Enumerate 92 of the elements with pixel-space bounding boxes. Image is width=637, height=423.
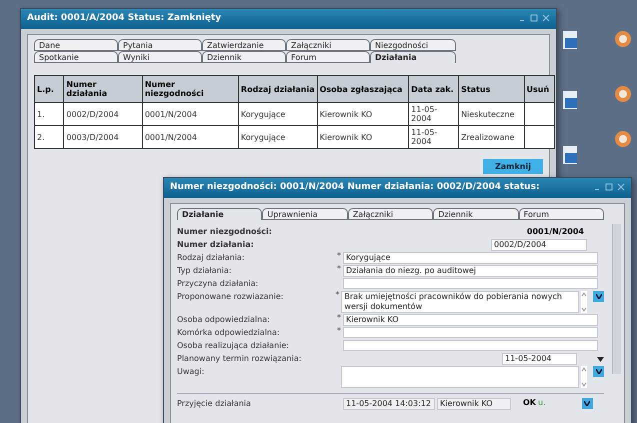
field-label: Uwagi:: [177, 366, 206, 377]
column-header: Rodzaj działania: [238, 76, 318, 102]
chevron-down-icon: [596, 369, 602, 374]
tab[interactable]: Wyniki: [118, 51, 202, 63]
gauge-icon[interactable]: [614, 85, 632, 103]
table-cell: Korygujące: [238, 126, 318, 148]
tab[interactable]: Zatwierdzanie: [202, 39, 286, 51]
scroll-arrows-icon[interactable]: [581, 366, 588, 388]
tab[interactable]: Dziennik: [202, 51, 286, 63]
table-cell: 0003/D/2004: [64, 126, 142, 148]
document-icon[interactable]: [562, 145, 578, 165]
date-field[interactable]: 11-05-2004: [502, 353, 577, 365]
tab[interactable]: Działania: [370, 51, 456, 63]
field-label: Numer działania:: [177, 239, 255, 250]
tab[interactable]: Działanie: [177, 208, 262, 220]
gauge-icon[interactable]: [614, 130, 632, 148]
tab[interactable]: Załączniki: [286, 39, 370, 51]
field-label: Przyczyna działania:: [177, 278, 260, 289]
close-icon[interactable]: [542, 14, 550, 22]
field-label: Przyjęcie działania: [177, 398, 252, 409]
input-field[interactable]: 0002/D/2004: [491, 239, 587, 251]
input-field[interactable]: Korygujące: [343, 252, 598, 264]
close-icon[interactable]: [617, 183, 625, 191]
scroll-arrows-icon[interactable]: [581, 291, 588, 313]
input-field[interactable]: Kierownik KO: [343, 314, 598, 326]
tab[interactable]: Uprawnienia: [262, 208, 348, 220]
status-mark: u.: [538, 398, 546, 407]
column-header: Osoba zgłaszająca: [317, 76, 409, 102]
column-header: Data zak.: [408, 76, 459, 102]
required-mark: *: [337, 265, 342, 273]
expand-button[interactable]: [582, 398, 593, 409]
required-mark: *: [337, 327, 342, 335]
chevron-down-icon: [596, 294, 602, 299]
table-cell: 0002/D/2004: [64, 102, 142, 126]
field-label: Osoba realizująca działanie:: [177, 340, 290, 351]
window-title: Audit: 0001/A/2004 Status: Zamknięty: [27, 12, 222, 24]
column-header: Usuń: [524, 76, 554, 102]
document-icon[interactable]: [562, 90, 578, 110]
column-header: L.p.: [34, 76, 64, 102]
field-label: Rodzaj działania:: [177, 252, 246, 263]
field-label: Osoba odpowiedzialna:: [177, 314, 271, 325]
field-label: Komórka odpowiedzialna:: [177, 327, 281, 338]
date-field: 11-05-2004 14:03:12: [343, 398, 435, 410]
expand-button[interactable]: [593, 366, 604, 377]
status-text: OK: [523, 398, 536, 407]
required-mark: *: [335, 291, 340, 299]
chevron-down-icon: [584, 401, 590, 406]
table-cell: Kierownik KO: [317, 126, 409, 148]
table-cell: Kierownik KO: [317, 102, 409, 126]
dropdown-icon[interactable]: [597, 357, 604, 362]
column-header: Status: [458, 76, 524, 102]
input-field[interactable]: [343, 278, 598, 289]
table-cell: 0001/N/2004: [142, 126, 238, 148]
column-header: Numer działania: [64, 76, 142, 102]
required-mark: *: [337, 314, 342, 322]
window-title: Numer niezgodności: 0001/N/2004 Numer działania: 0002/D/2004 status:: [170, 181, 541, 193]
table-cell: 11-05-2004: [408, 102, 459, 126]
tab[interactable]: Dziennik: [433, 208, 519, 220]
text-area[interactable]: Brak umiejętności pracowników do pobierania nowych wersji dokumentów: [341, 291, 580, 313]
table-cell: 1.: [34, 102, 64, 126]
scrollbar[interactable]: [612, 224, 621, 374]
tab[interactable]: Pytania: [118, 39, 202, 51]
required-mark: *: [337, 252, 342, 260]
tab[interactable]: Forum: [518, 208, 604, 220]
table-cell: 0001/N/2004: [142, 102, 238, 126]
gauge-icon[interactable]: [614, 30, 632, 48]
person-field: Kierownik KO: [437, 398, 511, 410]
expand-button[interactable]: [593, 291, 604, 302]
maximize-icon[interactable]: [530, 14, 538, 22]
input-field[interactable]: [343, 340, 598, 351]
tab[interactable]: Załączniki: [348, 208, 434, 220]
field-label: Proponowane rozwiazanie:: [177, 291, 284, 302]
table-cell: 2.: [34, 126, 64, 148]
field-label: Typ działania:: [177, 265, 232, 276]
field-value: 0001/N/2004: [526, 226, 585, 237]
tab[interactable]: Forum: [286, 51, 370, 63]
document-icon[interactable]: [562, 30, 578, 50]
tab[interactable]: Dane: [34, 39, 118, 51]
input-field[interactable]: [343, 327, 598, 338]
text-area[interactable]: [341, 366, 580, 388]
input-field[interactable]: Działania do niezg. po auditowej: [343, 265, 598, 277]
tab[interactable]: Spotkanie: [34, 51, 118, 63]
field-label: Numer niezgodności:: [177, 226, 273, 237]
table-cell: 11-05-2004: [408, 126, 459, 148]
column-header: Numer niezgodności: [142, 76, 238, 102]
table-cell: Korygujące: [238, 102, 318, 126]
tab[interactable]: Niezgodności: [370, 39, 456, 51]
table-cell: Nieskuteczne: [458, 102, 524, 126]
table-cell: Zrealizowane: [458, 126, 524, 148]
close-button[interactable]: Zamknij: [482, 159, 543, 174]
field-label: Planowany termin rozwiązania:: [177, 353, 302, 364]
maximize-icon[interactable]: [605, 183, 613, 191]
